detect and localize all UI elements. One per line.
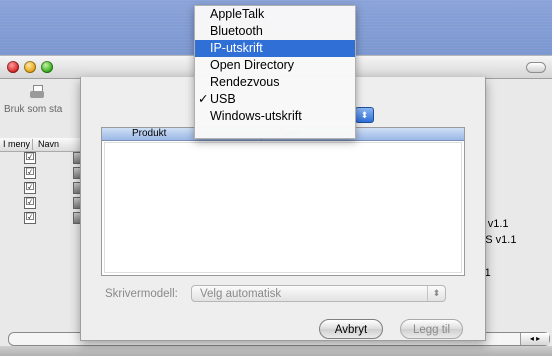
- printer-product-table[interactable]: Produkt Type: [101, 127, 465, 276]
- set-default-button[interactable]: Bruk som sta: [4, 84, 68, 115]
- zoom-window-button[interactable]: [41, 61, 53, 73]
- in-menu-checkbox[interactable]: ☑: [24, 182, 36, 194]
- menu-item-label: USB: [210, 92, 236, 106]
- toolbar-toggle-button[interactable]: [526, 62, 546, 73]
- connection-type-menu: AppleTalk Bluetooth IP-utskrift Open Dir…: [194, 5, 356, 139]
- menu-item-usb[interactable]: ✓ USB: [195, 91, 355, 108]
- table-body[interactable]: [104, 142, 462, 273]
- menu-item-ip-printing[interactable]: IP-utskrift: [195, 40, 355, 57]
- select-arrows-icon: ⬍: [427, 286, 445, 301]
- scroll-arrows-icon[interactable]: ◂ ▸: [520, 333, 549, 345]
- menu-item-label: IP-utskrift: [210, 41, 263, 55]
- menu-item-label: AppleTalk: [210, 7, 265, 21]
- checkmark-icon: ✓: [198, 92, 209, 106]
- printer-model-select[interactable]: Velg automatisk ⬍: [191, 285, 446, 302]
- column-header-in-menu[interactable]: I meny: [0, 139, 30, 149]
- in-menu-checkbox[interactable]: ☑: [24, 152, 36, 164]
- menu-item-label: Windows-utskrift: [210, 109, 302, 123]
- printer-model-value: Velg automatisk: [200, 288, 282, 300]
- menu-item-bluetooth[interactable]: Bluetooth: [195, 23, 355, 40]
- menu-item-windows-printing[interactable]: Windows-utskrift: [195, 108, 355, 125]
- menu-item-open-directory[interactable]: Open Directory: [195, 57, 355, 74]
- menu-item-label: Open Directory: [210, 58, 295, 72]
- in-menu-checkbox[interactable]: ☑: [24, 167, 36, 179]
- printer-list-header: I meny Navn: [0, 138, 90, 152]
- printer-icon: [28, 84, 46, 102]
- set-default-label: Bruk som sta: [4, 104, 63, 115]
- in-menu-checkbox-column: ☑ ☑ ☑ ☑ ☑: [24, 152, 38, 227]
- column-header-name[interactable]: Navn: [35, 139, 59, 149]
- menu-item-appletalk[interactable]: AppleTalk: [195, 6, 355, 23]
- add-button[interactable]: Legg til: [400, 319, 463, 339]
- close-window-button[interactable]: [7, 61, 19, 73]
- menu-item-rendezvous[interactable]: Rendezvous: [195, 74, 355, 91]
- cancel-button[interactable]: Avbryt: [319, 319, 383, 339]
- minimize-window-button[interactable]: [24, 61, 36, 73]
- in-menu-checkbox[interactable]: ☑: [24, 197, 36, 209]
- in-menu-checkbox[interactable]: ☑: [24, 212, 36, 224]
- menu-item-label: Rendezvous: [210, 75, 280, 89]
- menu-item-label: Bluetooth: [210, 24, 263, 38]
- printer-model-label: Skrivermodell:: [105, 288, 178, 300]
- protocol-popup-button[interactable]: ⬍: [355, 107, 374, 123]
